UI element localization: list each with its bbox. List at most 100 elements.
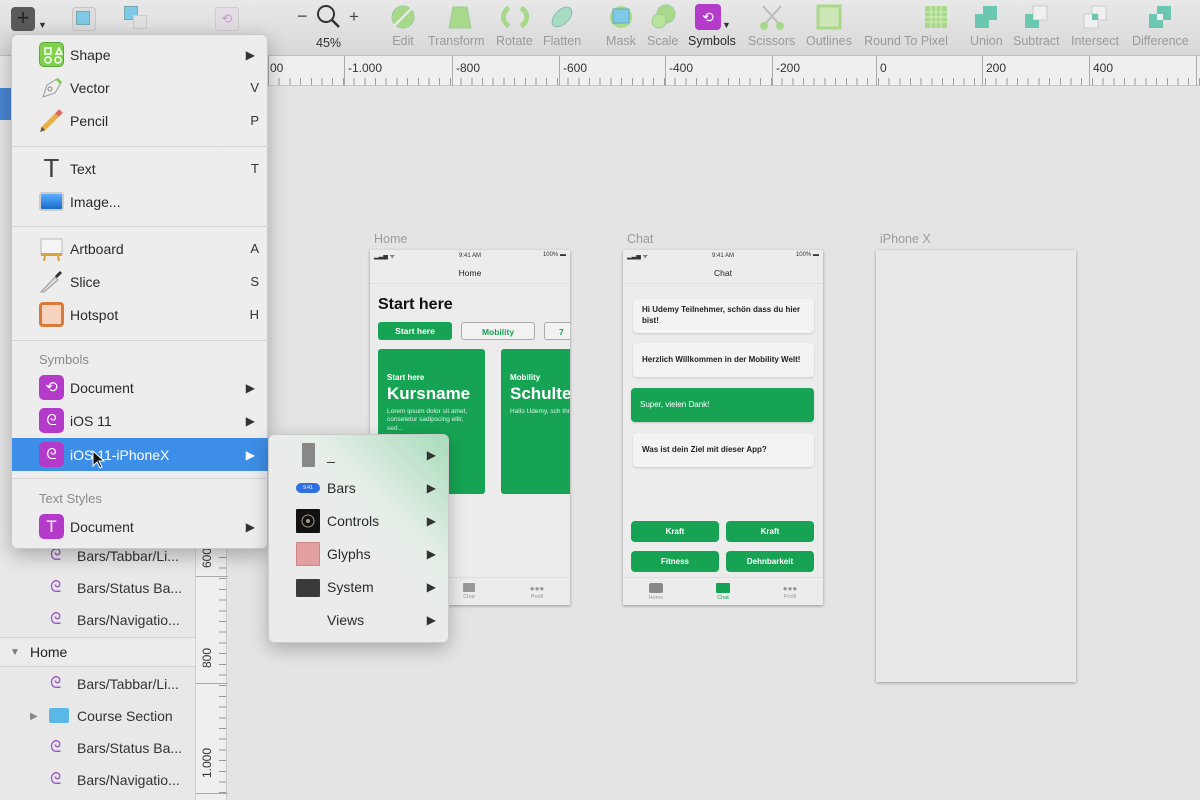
submenu-item-label: Controls — [327, 513, 380, 529]
chip-start-here[interactable]: Start here — [378, 322, 452, 340]
submenu-item[interactable]: Controls ▶ — [269, 505, 450, 538]
text-style-icon: T — [39, 514, 64, 539]
mask-button[interactable]: Mask — [606, 4, 636, 48]
tab-bar: Home Chat ●●● Profil — [623, 577, 823, 605]
ungroup-button[interactable] — [124, 6, 150, 32]
menu-item-ios11[interactable]: ᘓ iOS 11 ▶ — [12, 404, 269, 437]
menu-item-artboard[interactable]: Artboard A — [12, 232, 269, 265]
rotate-icon — [501, 4, 530, 30]
tab-profil[interactable]: ●●● Profil — [775, 583, 805, 600]
artboard-chat[interactable]: ▂▃▅ ᯤ 9:41 AM 100% ▬ Chat Hi Udemy Teiln… — [623, 250, 823, 605]
horizontal-ruler[interactable]: 00 -1.000 -800 -600 -400 -200 0 200 400 — [268, 56, 1200, 86]
artboard-iphonex[interactable] — [876, 250, 1076, 682]
layer-item[interactable]: ᘓ Bars/Status Ba... — [0, 732, 195, 764]
submenu-item[interactable]: System ▶ — [269, 571, 450, 604]
folder-icon — [49, 708, 69, 723]
tab-label: Profil — [783, 594, 797, 600]
tab-chat[interactable]: Chat — [454, 583, 484, 600]
menu-item-label: iOS 11 — [70, 412, 112, 429]
union-button[interactable]: Union — [970, 4, 1003, 48]
option-button[interactable]: Dehnbarkeit — [726, 551, 814, 572]
menu-item-text[interactable]: T Text T — [12, 152, 269, 185]
menu-item-label: Artboard — [70, 240, 124, 257]
artboard-icon — [39, 236, 64, 262]
difference-label: Difference — [1132, 34, 1189, 48]
menu-item-text-styles-document[interactable]: T Document ▶ — [12, 510, 269, 543]
submenu-arrow-icon: ▶ — [426, 448, 436, 462]
zoom-icon[interactable] — [316, 4, 340, 28]
transform-button[interactable]: Transform — [428, 4, 485, 48]
scissors-icon — [759, 4, 785, 30]
subtract-button[interactable]: Subtract — [1013, 4, 1060, 48]
disclosure-triangle-icon[interactable]: ▶ — [30, 711, 38, 722]
menu-item-vector[interactable]: Vector V — [12, 71, 269, 104]
symbols-submenu: _ ▶ 9:41 Bars ▶ Controls ▶ Glyphs ▶ Syst… — [268, 434, 449, 643]
menu-item-shape[interactable]: Shape ▶ — [12, 38, 269, 71]
artboard-title-iphonex[interactable]: iPhone X — [880, 232, 931, 246]
create-symbol-button[interactable]: ⟲ — [215, 7, 239, 31]
tab-profil[interactable]: ●●● Profil — [522, 583, 552, 600]
layer-item[interactable]: ▶ Course Section — [0, 700, 195, 732]
rotate-button[interactable]: Rotate — [496, 4, 533, 48]
mask-label: Mask — [606, 34, 636, 48]
intersect-button[interactable]: Intersect — [1071, 4, 1119, 48]
ruler-label: 800 — [200, 647, 214, 668]
menu-item-label: Text — [70, 160, 96, 177]
scissors-button[interactable]: Scissors — [748, 4, 795, 48]
chip-mobility[interactable]: Mobility — [461, 322, 535, 340]
menu-item-image[interactable]: Image... — [12, 185, 269, 218]
flatten-button[interactable]: Flatten — [543, 4, 581, 48]
round-to-pixel-icon — [923, 4, 949, 30]
zoom-in-button[interactable]: + — [349, 7, 359, 27]
submenu-item[interactable]: Glyphs ▶ — [269, 538, 450, 571]
menu-item-slice[interactable]: Slice S — [12, 265, 269, 298]
insert-button[interactable]: + — [11, 7, 35, 31]
difference-button[interactable]: Difference — [1132, 4, 1189, 48]
layer-item[interactable]: ᘓ Bars/Status Ba... — [0, 572, 195, 604]
scale-button[interactable]: Scale — [647, 4, 678, 48]
chevron-down-icon[interactable]: ▼ — [722, 20, 731, 30]
tab-home[interactable]: Home — [641, 583, 671, 601]
scale-label: Scale — [647, 34, 679, 48]
layer-item[interactable]: ᘓ Bars/Tabbar/Li... — [0, 668, 195, 700]
layer-item[interactable]: ᘓ Bars/Navigatio... — [0, 604, 195, 636]
menu-item-hotspot[interactable]: Hotspot H — [12, 298, 269, 331]
option-button[interactable]: Fitness — [631, 551, 719, 572]
outlines-label: Outlines — [806, 34, 852, 48]
symbol-icon: ⟲ — [221, 11, 233, 26]
outlines-button[interactable]: Outlines — [806, 4, 852, 48]
submenu-arrow-icon: ▶ — [245, 47, 255, 62]
chip-7[interactable]: 7 — [544, 322, 570, 340]
option-button[interactable]: Kraft — [631, 521, 719, 542]
round-to-pixel-button[interactable]: Round To Pixel — [863, 4, 949, 48]
submenu-item[interactable]: _ ▶ — [269, 439, 450, 472]
edit-button[interactable]: Edit — [390, 4, 416, 48]
submenu-item[interactable]: Views ▶ — [269, 604, 450, 637]
ruler-ticks — [268, 78, 1200, 85]
subtract-label: Subtract — [1013, 34, 1060, 48]
menu-item-pencil[interactable]: Pencil P — [12, 104, 269, 137]
status-bar: ▂▃▅ ᯤ 9:41 AM 100% ▬ — [623, 250, 823, 262]
artboard-title-home[interactable]: Home — [374, 232, 407, 246]
intersect-icon — [1082, 4, 1108, 30]
zoom-out-button[interactable]: − — [297, 6, 308, 27]
disclosure-triangle-icon[interactable]: ▼ — [10, 647, 20, 658]
ruler-label: -400 — [669, 61, 694, 75]
home-icon — [649, 583, 663, 593]
tab-chat[interactable]: Chat — [708, 583, 738, 601]
menu-item-ios11-iphonex[interactable]: ᘓ iOS 11-iPhoneX ▶ — [12, 438, 269, 471]
scissors-label: Scissors — [748, 34, 796, 48]
artboard-group-home[interactable]: ▼ Home — [0, 637, 195, 667]
group-button[interactable] — [72, 7, 96, 31]
chat-message: Hi Udemy Teilnehmer, schön dass du hier … — [633, 299, 814, 333]
submenu-item[interactable]: 9:41 Bars ▶ — [269, 472, 450, 505]
option-button[interactable]: Kraft — [726, 521, 814, 542]
menu-item-symbols-document[interactable]: ⟲ Document ▶ — [12, 371, 269, 404]
artboard-title-chat[interactable]: Chat — [627, 232, 653, 246]
status-bar: ▂▃▅ ᯤ 9:41 AM 100% ▬ — [370, 250, 570, 262]
course-card[interactable]: Mobility Schulte Hallo Udemy, sch Ihr hi… — [501, 349, 570, 494]
submenu-arrow-icon: ▶ — [426, 547, 436, 561]
text-icon: T — [43, 153, 60, 183]
layer-item[interactable]: ᘓ Bars/Navigatio... — [0, 764, 195, 796]
chevron-down-icon[interactable]: ▼ — [38, 20, 47, 30]
